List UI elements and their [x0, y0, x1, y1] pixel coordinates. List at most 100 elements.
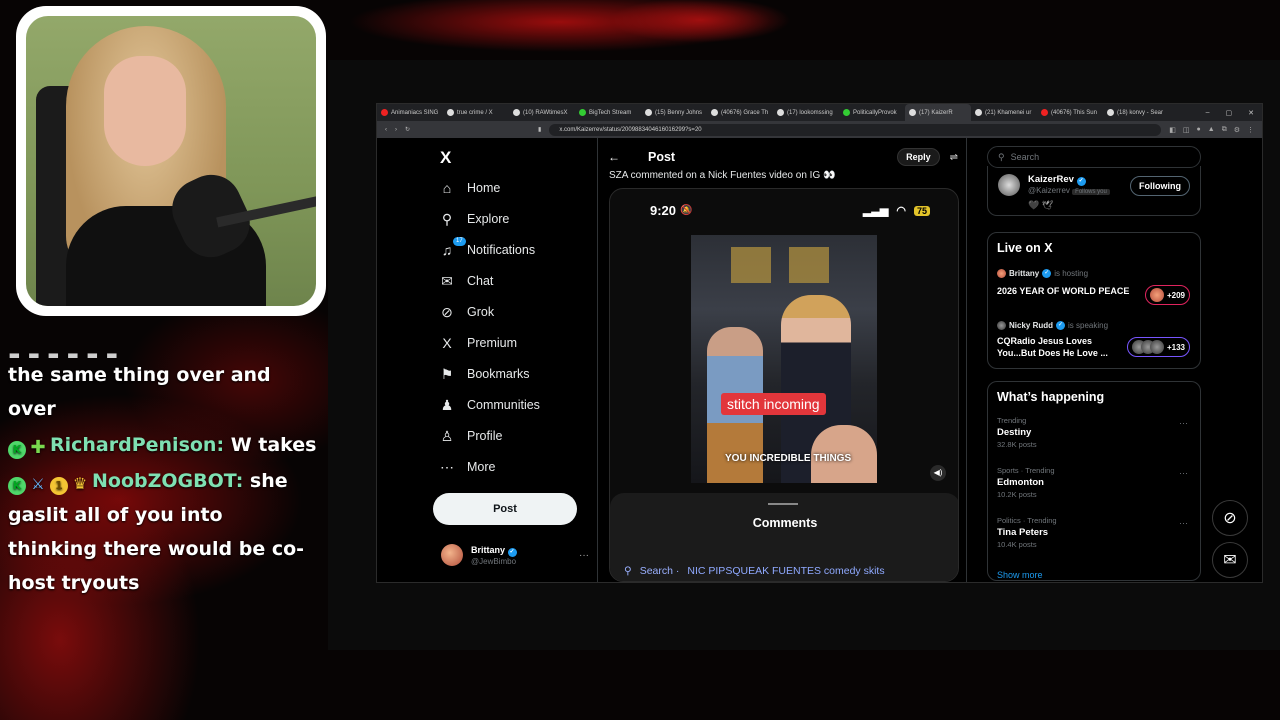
x-logo-icon[interactable]: X — [440, 148, 451, 168]
minimize-icon[interactable]: – — [1206, 109, 1210, 117]
extension-icon[interactable]: ▲ — [1208, 126, 1215, 134]
account-switcher[interactable]: Brittany ✓ @JewBimbo ··· — [441, 544, 589, 566]
favicon-icon — [975, 109, 982, 116]
tab-label: (17) KaizerR — [919, 109, 953, 116]
video-frame[interactable]: stitch incoming YOU INCREDIBLE THINGS — [691, 235, 877, 483]
browser-tab[interactable]: (10) RAWtimesX — [509, 109, 575, 116]
extension-icon[interactable]: ⚙ — [1234, 126, 1240, 134]
filter-icon[interactable]: ⇌ — [950, 152, 958, 163]
following-button[interactable]: Following — [1130, 176, 1190, 196]
chat-partial-line: ▪ ▪ ▪ ▪ ▪ ▪ — [8, 346, 119, 358]
messages-float-button[interactable]: ✉ — [1212, 542, 1248, 578]
live-listeners-pill[interactable]: +209 — [1144, 285, 1190, 305]
trend-name: Destiny — [997, 427, 1032, 438]
browser-tab[interactable]: (18) konvy - Sear — [1103, 109, 1169, 116]
browser-tab[interactable]: (40676) This Sun — [1037, 109, 1103, 116]
trend-name: Edmonton — [997, 477, 1044, 488]
search-icon: ⚲ — [624, 565, 632, 577]
whats-happening-panel: What’s happening Trending Destiny 32.8K … — [987, 381, 1201, 581]
nav-item-label: Chat — [467, 274, 494, 288]
favicon-icon — [579, 109, 586, 116]
browser-tab[interactable]: (40676) Grace Th — [707, 109, 773, 116]
author-name[interactable]: KaizerRev — [1028, 174, 1074, 185]
more-icon[interactable]: ··· — [1179, 518, 1188, 528]
live-title[interactable]: 2026 YEAR OF WORLD PEACE — [997, 285, 1157, 297]
x-page: X Post Brittany ✓ @JewBimbo ··· ⌂ Home ⚲ Ex… — [377, 138, 1262, 582]
avatar — [441, 544, 463, 566]
extension-icon[interactable]: ◫ — [1183, 126, 1190, 134]
author-name-row: KaizerRev ✓ — [1028, 174, 1086, 186]
bookmark-page-icon[interactable]: ▮ — [538, 126, 541, 133]
nav-item-more[interactable]: ⋯ More — [439, 459, 495, 475]
favicon-icon — [1041, 109, 1048, 116]
tab-label: true crime / X — [457, 109, 493, 116]
tab-label: (15) Benny Johns — [655, 109, 703, 116]
nav-item-chat[interactable]: ✉ Chat — [439, 273, 493, 289]
sheet-handle[interactable] — [768, 503, 798, 505]
nav-item-grok[interactable]: ⊘ Grok — [439, 304, 494, 320]
mail-icon: ✉ — [441, 272, 453, 289]
browser-tab[interactable]: (17) lookomssing — [773, 109, 839, 116]
trend-item[interactable]: Trending Destiny 32.8K posts — [997, 416, 1037, 449]
account-handle: @JewBimbo — [471, 556, 517, 566]
post-header: ← Post Reply ⇌ — [608, 148, 958, 166]
nav-item-notifications[interactable]: ♫ 17 Notifications — [439, 237, 535, 258]
verified-badge-icon: ✓ — [1056, 321, 1066, 330]
live-title[interactable]: CQRadio Jesus Loves You...But Does He Lo… — [997, 335, 1117, 359]
extension-icon[interactable]: ⧉ — [1222, 126, 1227, 134]
avatar — [1149, 288, 1164, 302]
browser-tab[interactable]: Animaniacs SING — [377, 109, 443, 116]
forward-icon[interactable]: › — [395, 127, 397, 133]
reload-icon[interactable]: ↻ — [405, 126, 410, 133]
avatar — [997, 321, 1006, 330]
author-handle-row: @Kaizerrev Follows you — [1028, 186, 1110, 195]
grok-float-button[interactable]: ⊘ — [1212, 500, 1248, 536]
account-name: Brittany — [471, 544, 506, 555]
browser-tab[interactable]: (15) Benny Johns — [641, 109, 707, 116]
nav-item-home[interactable]: ⌂ Home — [439, 180, 501, 196]
live-listeners-pill[interactable]: +133 — [1126, 337, 1190, 357]
nav-item-bookmarks[interactable]: ⚑ Bookmarks — [439, 366, 530, 382]
extensions: ◧ ◫ ● ▲ ⧉ ⚙ ⋮ — [1169, 126, 1254, 134]
nav-item-profile[interactable]: ♙ Profile — [439, 428, 503, 444]
more-icon[interactable]: ··· — [1179, 468, 1188, 478]
back-arrow-icon[interactable]: ← — [608, 150, 620, 164]
reply-button[interactable]: Reply — [897, 148, 940, 166]
tab-label: Animaniacs SING — [391, 109, 439, 116]
nav-item-communities[interactable]: ♟ Communities — [439, 397, 540, 413]
more-icon[interactable]: ··· — [579, 550, 589, 561]
back-icon[interactable]: ‹ — [385, 127, 387, 133]
search-suggestion[interactable]: ⚲ Search · NIC PIPSQUEAK FUENTES comedy … — [624, 565, 885, 577]
avatar[interactable] — [998, 174, 1020, 196]
browser-tab[interactable]: PoliticallyProvok — [839, 109, 905, 116]
nav-item-premium[interactable]: X Premium — [439, 335, 517, 351]
extension-icon[interactable]: ◧ — [1169, 126, 1176, 134]
close-icon[interactable]: ✕ — [1248, 109, 1254, 117]
maximize-icon[interactable]: ▢ — [1226, 109, 1233, 117]
video-sticker: stitch incoming — [721, 393, 826, 415]
phone-status-bar: 9:20 🔕 ▂▃▅ ◠ 75 — [650, 203, 930, 218]
volume-icon[interactable]: ◀) — [930, 465, 946, 481]
more-icon[interactable]: ··· — [1179, 418, 1188, 428]
tab-label: BigTech Stream — [589, 109, 632, 116]
grok-icon: ⊘ — [441, 303, 453, 320]
comments-sheet: Comments ⚲ Search · NIC PIPSQUEAK FUENTE… — [610, 493, 958, 581]
extension-icon[interactable]: ⋮ — [1247, 126, 1254, 134]
show-more-link[interactable]: Show more — [997, 570, 1043, 580]
browser-tab[interactable]: (21) Khamenei ur — [971, 109, 1037, 116]
browser-tab[interactable]: true crime / X — [443, 109, 509, 116]
trend-count: 10.4K posts — [997, 540, 1037, 549]
url-field[interactable]: x.com/Kaizerrev/status/20098834046160162… — [549, 123, 1162, 136]
post-button[interactable]: Post — [433, 493, 577, 525]
nav-item-explore[interactable]: ⚲ Explore — [439, 210, 510, 227]
chat-message: K ✚ RichardPenison: W takes — [8, 428, 318, 462]
browser-tab[interactable]: (17) KaizerR — [905, 104, 971, 121]
trend-item[interactable]: Politics · Trending Tina Peters 10.4K po… — [997, 516, 1057, 549]
trend-item[interactable]: Sports · Trending Edmonton 10.2K posts — [997, 466, 1055, 499]
video-player[interactable]: 9:20 🔕 ▂▃▅ ◠ 75 stitch incoming YOU INCR… — [609, 188, 959, 582]
stream-chat: ▪ ▪ ▪ ▪ ▪ ▪ the same thing over and over… — [8, 340, 318, 602]
browser-tab[interactable]: BigTech Stream — [575, 109, 641, 116]
search-input[interactable]: ⚲ Search — [987, 146, 1201, 168]
extension-icon[interactable]: ● — [1197, 126, 1201, 134]
search-icon: ⚲ — [441, 210, 453, 227]
